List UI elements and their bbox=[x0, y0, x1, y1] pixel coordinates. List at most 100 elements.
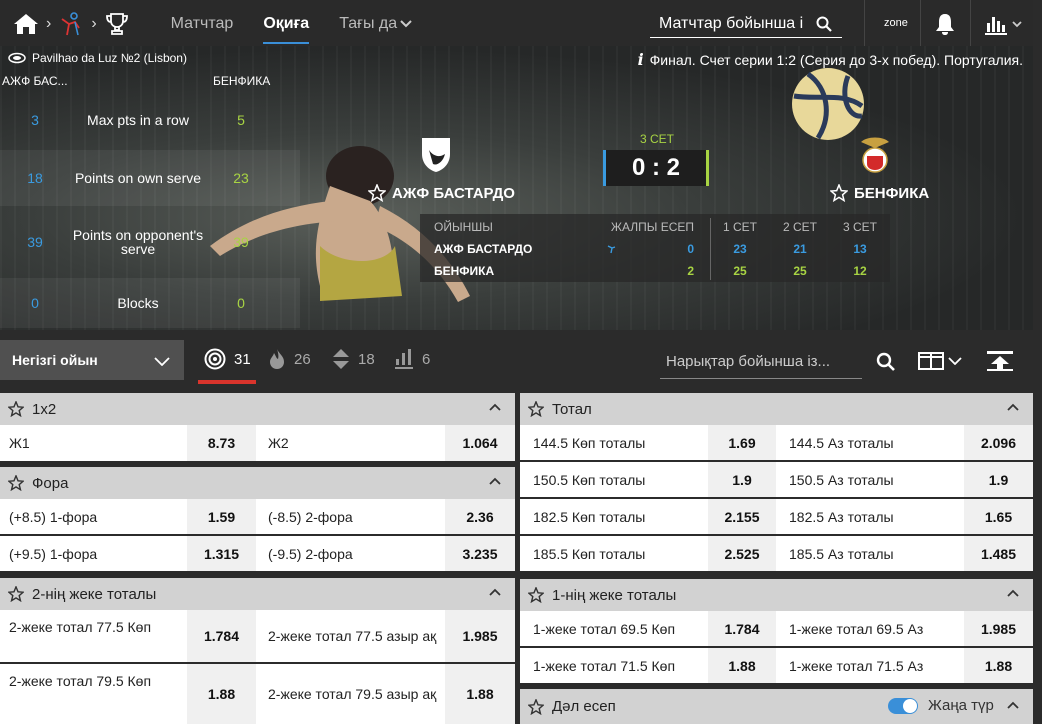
star-icon[interactable] bbox=[368, 184, 386, 202]
bell-icon[interactable] bbox=[934, 12, 956, 36]
odds-button[interactable]: 1.485 bbox=[964, 536, 1033, 571]
odds-button[interactable]: 1.9 bbox=[964, 462, 1033, 497]
market-header[interactable]: 1-нің жеке тоталы bbox=[520, 579, 1033, 611]
star-icon[interactable] bbox=[8, 475, 24, 491]
tab-popular[interactable]: 26 bbox=[268, 348, 311, 370]
chevron-up-icon[interactable] bbox=[1007, 403, 1019, 411]
market-row: 150.5 Көп тоталы 1.9 150.5 Аз тоталы 1.9 bbox=[520, 462, 1033, 499]
nav-matches[interactable]: Матчтар bbox=[171, 0, 234, 48]
chevron-up-icon[interactable] bbox=[1007, 701, 1019, 709]
odds-button[interactable]: 2.096 bbox=[964, 425, 1033, 460]
match-score: 0 : 2 bbox=[603, 150, 709, 186]
stats-head-team2: БЕНФИКА bbox=[213, 74, 271, 88]
star-icon[interactable] bbox=[8, 586, 24, 602]
volleyball-player-icon[interactable] bbox=[57, 10, 85, 38]
odds-button[interactable]: 2.525 bbox=[708, 536, 776, 571]
chevron-up-icon[interactable] bbox=[489, 477, 501, 485]
odds-button[interactable]: 3.235 bbox=[445, 536, 515, 571]
chevron-up-icon[interactable] bbox=[1007, 589, 1019, 597]
chevron-right-icon: › bbox=[91, 15, 97, 32]
odds-button[interactable]: 1.315 bbox=[187, 536, 256, 571]
stat-label: Max pts in a row bbox=[87, 112, 189, 128]
odds-button[interactable]: 1.9 bbox=[708, 462, 776, 497]
star-icon[interactable] bbox=[528, 587, 544, 603]
trophy-icon[interactable] bbox=[103, 10, 131, 38]
star-icon[interactable] bbox=[528, 698, 544, 715]
odds-button[interactable]: 1.985 bbox=[964, 611, 1033, 646]
odds-button[interactable]: 1.784 bbox=[708, 611, 776, 646]
market-title: 1-нің жеке тоталы bbox=[552, 586, 677, 604]
nav-more-label: Тағы да bbox=[339, 15, 398, 32]
odds-button[interactable]: 2.155 bbox=[708, 499, 776, 534]
nav-more[interactable]: Тағы да bbox=[339, 0, 412, 48]
info-icon[interactable]: i bbox=[638, 50, 644, 69]
odds-button[interactable]: 1.064 bbox=[445, 425, 515, 461]
chevron-up-icon[interactable] bbox=[489, 588, 501, 596]
search-icon[interactable] bbox=[876, 352, 896, 372]
market-row: 1-жеке тотал 69.5 Көп 1.784 1-жеке тотал… bbox=[520, 611, 1033, 648]
new-view-toggle[interactable] bbox=[888, 698, 918, 714]
odds-button[interactable]: 1.985 bbox=[445, 610, 515, 662]
outcome-name: 2-жеке тотал 79.5 азыр ақ bbox=[268, 686, 437, 702]
match-search[interactable]: Матчтар бойынша і bbox=[650, 10, 842, 38]
market-group-select[interactable]: Негізгі ойын bbox=[0, 340, 184, 380]
odds-button[interactable]: 1.88 bbox=[708, 648, 776, 683]
stat-label: Blocks bbox=[117, 295, 159, 311]
home-icon[interactable] bbox=[12, 10, 40, 38]
market-search-input[interactable]: Нарықтар бойынша із... bbox=[660, 345, 862, 379]
odds-button[interactable]: 1.59 bbox=[187, 499, 256, 534]
nav-event[interactable]: Оқиға bbox=[263, 0, 309, 48]
market-header[interactable]: Тотал bbox=[520, 393, 1033, 425]
scoreboard-row: БЕНФИКА 2 25 25 12 bbox=[420, 260, 890, 282]
tab-totals[interactable]: 18 bbox=[332, 348, 375, 370]
odds-button[interactable]: 1.65 bbox=[964, 499, 1033, 534]
layout-toggle[interactable] bbox=[918, 352, 962, 370]
team1[interactable]: АЖФ БАСТАРДО bbox=[368, 184, 515, 202]
market-header[interactable]: 1x2 bbox=[0, 393, 515, 425]
stat-team1: 3 bbox=[31, 112, 39, 128]
chevron-down-icon bbox=[1012, 20, 1022, 27]
outcome-name: 185.5 Көп тоталы bbox=[533, 545, 646, 562]
team2[interactable]: БЕНФИКА bbox=[830, 184, 929, 202]
market-header[interactable]: Дәл есеп Жаңа түр bbox=[520, 689, 1033, 724]
stat-label: Points on own serve bbox=[74, 170, 202, 186]
stats-menu[interactable] bbox=[984, 13, 1022, 35]
market-row: (+8.5) 1-фора 1.59 (-8.5) 2-фора 2.36 bbox=[0, 499, 515, 536]
star-icon[interactable] bbox=[8, 401, 24, 417]
outcome-name: 2-жеке тотал 77.5 азыр ақ bbox=[268, 628, 437, 644]
stat-team2: 0 bbox=[237, 295, 245, 311]
stat-row: 3 Max pts in a row 5 bbox=[0, 92, 300, 148]
collapse-all-icon[interactable] bbox=[986, 350, 1014, 372]
odds-button[interactable]: 1.88 bbox=[964, 648, 1033, 683]
market-header[interactable]: Фора bbox=[0, 467, 515, 499]
outcome-name: 1-жеке тотал 71.5 Көп bbox=[533, 657, 676, 674]
market-header[interactable]: 2-нің жеке тоталы bbox=[0, 578, 515, 610]
stat-row: 39 Points on opponent's serve 39 bbox=[0, 214, 300, 270]
star-icon[interactable] bbox=[830, 184, 848, 202]
odds-button[interactable]: 8.73 bbox=[187, 425, 256, 461]
stat-team2: 5 bbox=[237, 112, 245, 128]
tab-stats[interactable]: 6 bbox=[394, 348, 430, 370]
market-title: Тотал bbox=[552, 400, 592, 418]
divider bbox=[920, 0, 921, 48]
tab-all-markets[interactable]: 31 bbox=[204, 348, 251, 370]
tab-count: 26 bbox=[294, 350, 311, 368]
odds-button[interactable]: 1.69 bbox=[708, 425, 776, 460]
star-icon[interactable] bbox=[528, 401, 544, 417]
zone-toggle[interactable]: zone bbox=[884, 17, 908, 29]
odds-button[interactable]: 1.88 bbox=[187, 664, 256, 724]
divider bbox=[970, 0, 971, 48]
stat-team1: 0 bbox=[31, 295, 39, 311]
active-tab-indicator bbox=[198, 380, 256, 384]
search-icon[interactable] bbox=[816, 16, 832, 32]
header-player: ОЙЫНШЫ bbox=[434, 220, 493, 234]
current-set: 3 СЕТ bbox=[640, 132, 675, 146]
odds-button[interactable]: 2.36 bbox=[445, 499, 515, 534]
market-row: (+9.5) 1-фора 1.315 (-9.5) 2-фора 3.235 bbox=[0, 536, 515, 573]
odds-button[interactable]: 1.88 bbox=[445, 664, 515, 724]
scrollbar[interactable] bbox=[1033, 0, 1042, 724]
odds-button[interactable]: 1.784 bbox=[187, 610, 256, 662]
chevron-down-icon bbox=[154, 357, 170, 366]
chevron-up-icon[interactable] bbox=[489, 403, 501, 411]
header-set2: 2 СЕТ bbox=[782, 220, 817, 234]
